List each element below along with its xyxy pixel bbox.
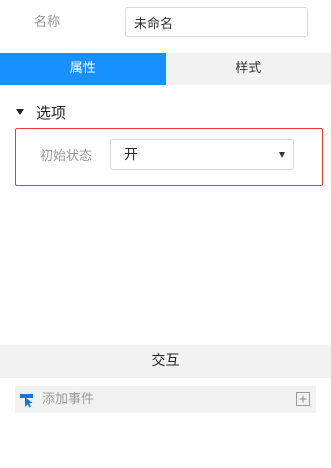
add-event-label: 添加事件 (42, 392, 95, 407)
properties-panel: 名称 属性 样式 选项 初始状态 开 交互 添加事件 (0, 0, 331, 468)
initial-state-label: 初始状态 (40, 149, 93, 164)
tab-properties[interactable]: 属性 (0, 53, 166, 85)
panel-tabs: 属性 样式 (0, 53, 331, 85)
add-event-row[interactable]: 添加事件 (15, 386, 316, 413)
name-row: 名称 (0, 0, 331, 46)
options-section-toggle[interactable]: 选项 (14, 101, 66, 123)
initial-state-select[interactable]: 开 (110, 139, 294, 170)
plus-square-icon[interactable] (295, 391, 311, 407)
name-label: 名称 (34, 15, 61, 30)
triangle-down-icon (279, 152, 285, 158)
options-section-title: 选项 (36, 103, 67, 122)
interaction-header: 交互 (0, 345, 331, 378)
initial-state-option: 初始状态 开 (15, 128, 323, 186)
tab-styles[interactable]: 样式 (165, 53, 331, 85)
initial-state-value: 开 (124, 147, 138, 163)
cursor-event-icon (20, 394, 33, 408)
caret-down-icon (16, 109, 24, 115)
name-input[interactable] (125, 7, 308, 37)
